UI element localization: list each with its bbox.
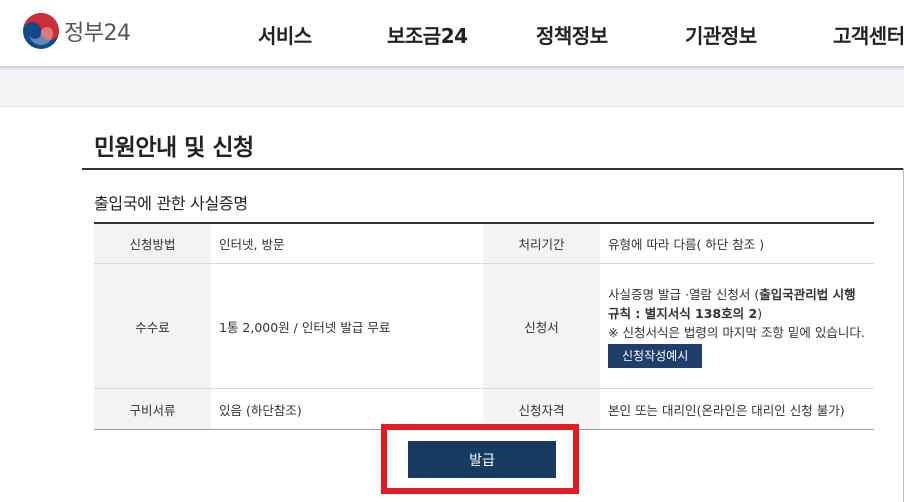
nav-item-subsidy24[interactable]: 보조금24 <box>387 20 468 49</box>
table-row: 신청방법 인터넷, 방문 처리기간 유형에 따라 다름( 하단 참조 ) <box>94 222 874 264</box>
apply-method-label: 신청방법 <box>94 222 211 264</box>
form-note: ※ 신청서식은 법령의 마지막 조항 밑에 있습니다. <box>608 324 865 340</box>
documents-label: 구비서류 <box>94 388 211 430</box>
processing-period-label: 처리기간 <box>483 222 600 264</box>
fee-value: 1통 2,000원 / 인터넷 발급 무료 <box>211 263 483 389</box>
issue-button[interactable]: 발급 <box>408 441 556 478</box>
nav-item-customer-center[interactable]: 고객센터 <box>833 20 904 49</box>
sub-bar <box>0 70 904 107</box>
logo-text: 정부24 <box>64 21 131 46</box>
fee-label: 수수료 <box>94 263 211 389</box>
title-divider <box>82 168 904 170</box>
eligibility-value: 본인 또는 대리인(온라인은 대리인 신청 불가) <box>600 388 874 430</box>
processing-period-value: 유형에 따라 다름( 하단 참조 ) <box>600 222 874 264</box>
page-title: 민원안내 및 신청 <box>94 135 254 161</box>
form-value-suffix: ) <box>757 305 763 321</box>
apply-method-value: 인터넷, 방문 <box>211 222 483 264</box>
section-title: 출입국에 관한 사실증명 <box>94 194 248 213</box>
form-value-prefix: 사실증명 발급 ·열람 신청서 ( <box>608 286 760 302</box>
nav-item-agency-info[interactable]: 기관정보 <box>685 20 757 49</box>
nav-item-services[interactable]: 서비스 <box>258 20 312 49</box>
logo[interactable]: 정부24 <box>22 12 131 50</box>
table-row: 수수료 1통 2,000원 / 인터넷 발급 무료 신청서 사실증명 발급 ·열… <box>94 263 874 389</box>
header: 정부24 서비스 보조금24 정책정보 기관정보 고객센터 <box>0 0 904 68</box>
service-info-table: 신청방법 인터넷, 방문 처리기간 유형에 따라 다름( 하단 참조 ) 수수료… <box>94 222 874 430</box>
form-label: 신청서 <box>483 263 600 389</box>
nav-item-policy-info[interactable]: 정책정보 <box>536 20 608 49</box>
form-info-cell: 사실증명 발급 ·열람 신청서 (출입국관리법 시행규칙 : 별지서식 138호… <box>600 263 874 389</box>
form-example-button[interactable]: 신청작성예시 <box>608 343 703 368</box>
government-emblem-icon <box>23 13 59 49</box>
